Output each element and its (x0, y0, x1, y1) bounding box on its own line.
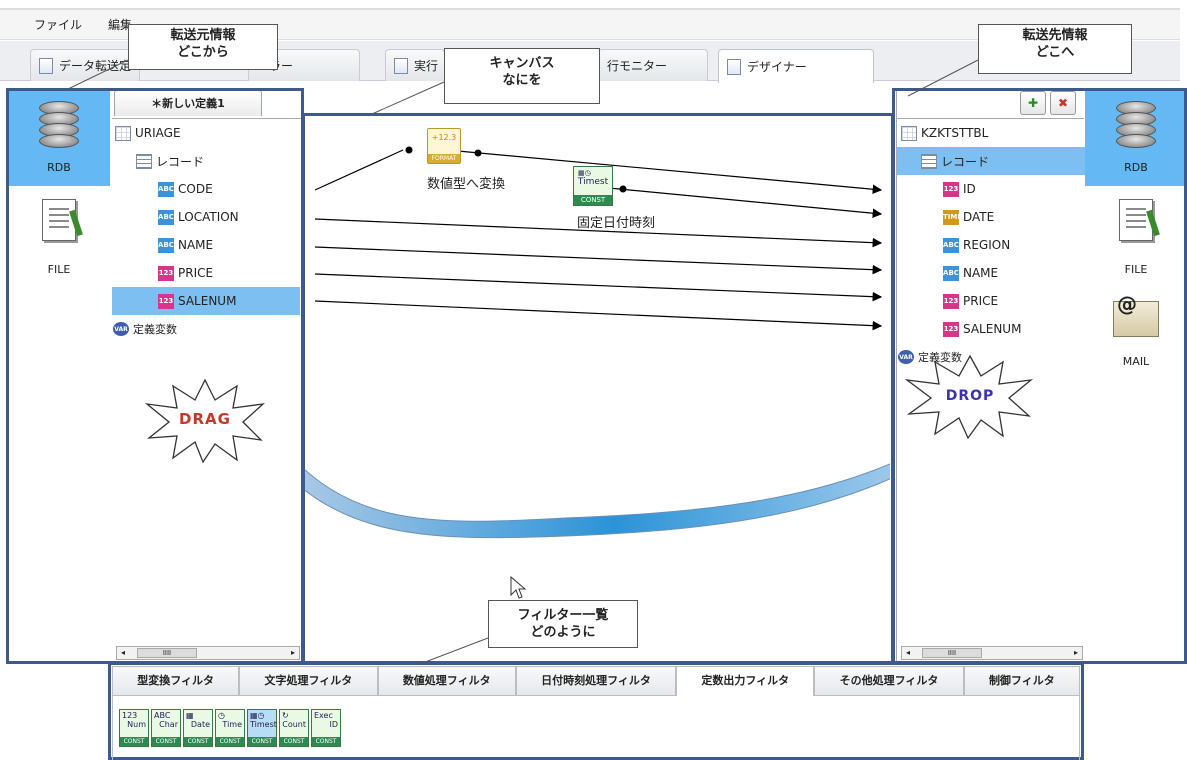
calendar-clock-icon: ▦◷ (250, 711, 265, 720)
filter-tab-other[interactable]: その他処理フィルタ (814, 666, 964, 696)
filter-tab-numeric[interactable]: 数値処理フィルタ (377, 666, 516, 696)
destination-callout: 転送先情報 どこへ (978, 24, 1132, 74)
count-const-filter[interactable]: ↻ Count CONST (279, 709, 309, 747)
designer-window: ファイル 編集 データ転送定 ーラー 実行 行モニター デザイナー RDB (0, 0, 1187, 760)
filters-callout: フィルター一覧 どのように (488, 600, 638, 648)
filter-tab-datetime[interactable]: 日付時刻処理フィルタ (515, 666, 677, 696)
filter-category-tabs: 型変換フィルタ 文字処理フィルタ 数値処理フィルタ 日付時刻処理フィルタ 定数出… (112, 666, 1080, 696)
filter-tab-constant[interactable]: 定数出力フィルタ (676, 666, 815, 696)
exec-id-const-filter[interactable]: Exec ID CONST (311, 709, 341, 747)
source-callout: 転送元情報 どこから (128, 24, 278, 70)
filter-tab-control[interactable]: 制御フィルタ (963, 666, 1080, 696)
clock-icon: ◷ (218, 711, 225, 720)
num-const-filter[interactable]: 123 Num CONST (119, 709, 149, 747)
date-const-filter[interactable]: ▦ Date CONST (183, 709, 213, 747)
counter-icon: ↻ (282, 711, 289, 720)
canvas-callout: キャンバス なにを (444, 48, 600, 104)
char-const-filter[interactable]: ABC Char CONST (151, 709, 181, 747)
timestamp-const-filter[interactable]: ▦◷ Timest CONST (247, 709, 277, 747)
time-const-filter[interactable]: ◷ Time CONST (215, 709, 245, 747)
filter-palette: 123 Num CONST ABC Char CONST ▦ Date CONS… (112, 696, 1080, 760)
filter-tab-string[interactable]: 文字処理フィルタ (239, 666, 378, 696)
filter-tab-type-conversion[interactable]: 型変換フィルタ (112, 666, 240, 696)
calendar-icon: ▦ (186, 711, 194, 720)
